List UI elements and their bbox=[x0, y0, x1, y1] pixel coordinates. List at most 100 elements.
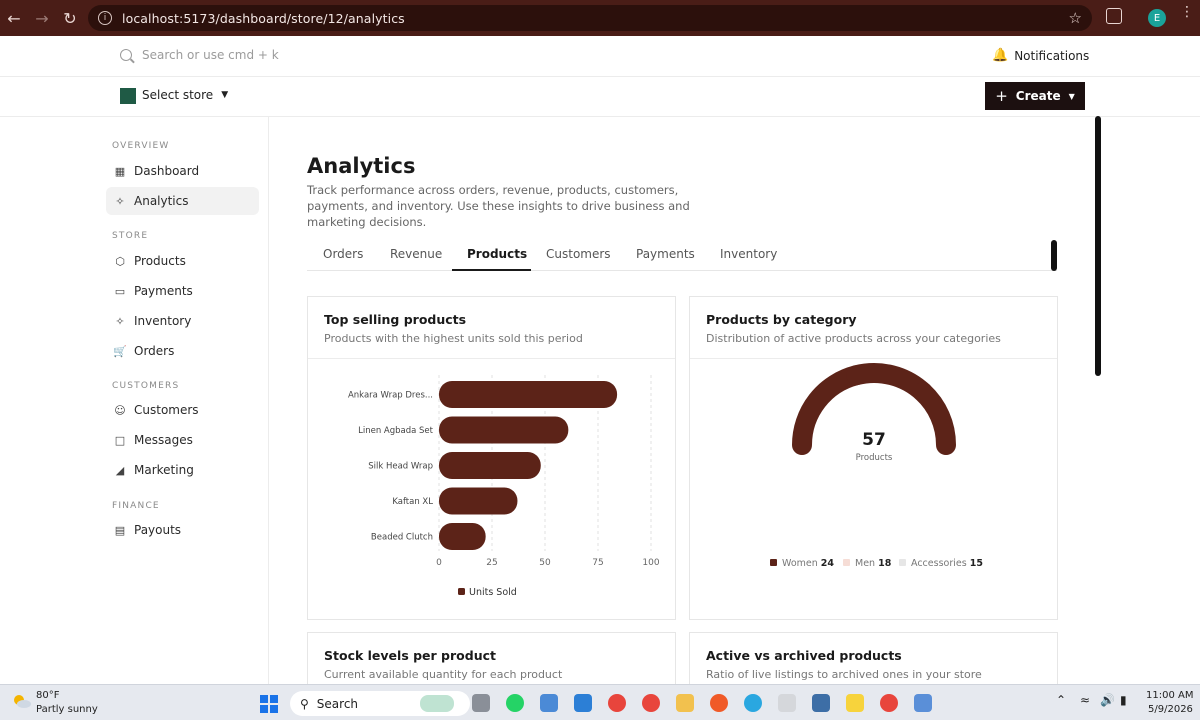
site-info-icon[interactable]: i bbox=[98, 11, 112, 25]
sidebar-section-overview: OVERVIEW bbox=[112, 141, 170, 151]
reload-icon[interactable]: ↻ bbox=[56, 4, 84, 32]
top-selling-card: Top selling products Products with the h… bbox=[307, 296, 676, 620]
sidebar-item-dashboard[interactable]: ▦ Dashboard bbox=[106, 157, 259, 185]
legend-label: Women 24 bbox=[782, 558, 834, 569]
layers-icon: ✧ bbox=[115, 314, 125, 328]
store-color-swatch bbox=[120, 88, 136, 104]
card-subtitle: Ratio of live listings to archived ones … bbox=[706, 668, 982, 681]
taskbar-search[interactable]: ⚲ Search bbox=[290, 691, 470, 716]
x-tick-label: 50 bbox=[539, 558, 551, 568]
category-label: Linen Agbada Set bbox=[358, 426, 434, 436]
clock-time[interactable]: 11:00 AM bbox=[1146, 690, 1193, 701]
tabs-scrollbar[interactable] bbox=[1051, 240, 1057, 271]
bookmark-star-icon[interactable]: ☆ bbox=[1069, 9, 1082, 27]
tab-revenue[interactable]: Revenue bbox=[390, 247, 442, 261]
grid-icon: ▦ bbox=[114, 164, 126, 178]
sidebar-item-analytics[interactable]: ✧ Analytics bbox=[106, 187, 259, 215]
card-title: Top selling products bbox=[324, 312, 467, 327]
sidebar-item-payments[interactable]: ▭ Payments bbox=[106, 277, 259, 305]
chrome-profile-icon[interactable] bbox=[642, 694, 660, 712]
store-bar: Select store ▼ + Create ▼ bbox=[0, 77, 1200, 117]
legend-label: Units Sold bbox=[469, 587, 517, 598]
notifications-button[interactable]: 🔔 Notifications bbox=[992, 48, 1089, 63]
task-view-icon[interactable] bbox=[472, 694, 490, 712]
back-icon[interactable]: ← bbox=[0, 4, 28, 32]
tab-inventory[interactable]: Inventory bbox=[720, 247, 777, 261]
card-title: Products by category bbox=[706, 312, 857, 327]
notepad-icon[interactable] bbox=[812, 694, 830, 712]
battery-icon[interactable]: ▮ bbox=[1120, 693, 1127, 707]
sidebar-section-customers: CUSTOMERS bbox=[112, 381, 180, 391]
sidebar-item-label: Dashboard bbox=[134, 164, 200, 178]
sidebar-section-store: STORE bbox=[112, 231, 149, 241]
extensions-icon[interactable] bbox=[1106, 8, 1122, 24]
category-label: Silk Head Wrap bbox=[368, 462, 433, 472]
donut-slice bbox=[912, 382, 956, 455]
legend-label: Accessories 15 bbox=[911, 558, 983, 569]
create-button[interactable]: + Create ▼ bbox=[985, 82, 1085, 110]
page-scrollbar[interactable] bbox=[1095, 116, 1101, 376]
volume-icon[interactable]: 🔊 bbox=[1100, 693, 1115, 707]
url-text[interactable]: localhost:5173/dashboard/store/12/analyt… bbox=[122, 11, 405, 26]
legend-value: 15 bbox=[970, 558, 983, 569]
search-input[interactable] bbox=[142, 48, 442, 62]
legend-swatch bbox=[458, 588, 465, 595]
clock-date[interactable]: 5/9/2026 bbox=[1148, 704, 1193, 715]
browser-menu-icon[interactable]: ⋮ bbox=[1180, 5, 1194, 19]
card-header: Top selling products Products with the h… bbox=[308, 297, 675, 359]
tab-orders[interactable]: Orders bbox=[323, 247, 363, 261]
docker-icon[interactable] bbox=[744, 694, 762, 712]
sidebar-item-orders[interactable]: 🛒 Orders bbox=[106, 337, 259, 365]
weather-condition[interactable]: Partly sunny bbox=[36, 704, 98, 715]
analytics-icon: ✧ bbox=[115, 194, 125, 208]
legend-swatch bbox=[770, 559, 777, 566]
whatsapp-icon[interactable] bbox=[506, 694, 524, 712]
category-card: Products by category Distribution of act… bbox=[689, 296, 1058, 620]
chrome-icon[interactable] bbox=[608, 694, 626, 712]
windows-start-icon[interactable] bbox=[260, 695, 278, 713]
wifi-icon[interactable]: ≈ bbox=[1080, 693, 1090, 707]
file-explorer-icon[interactable] bbox=[676, 694, 694, 712]
sidebar-item-marketing[interactable]: ◢ Marketing bbox=[106, 456, 259, 484]
bar bbox=[439, 523, 486, 550]
bar bbox=[439, 416, 569, 444]
profile-avatar[interactable]: E bbox=[1148, 9, 1166, 27]
x-tick-label: 100 bbox=[642, 558, 659, 568]
donut-center-value: 57 bbox=[862, 430, 886, 450]
create-label: Create bbox=[1015, 89, 1061, 103]
bar bbox=[439, 381, 618, 408]
sticky-notes-icon[interactable] bbox=[846, 694, 864, 712]
sidebar-item-customers[interactable]: ☺ Customers bbox=[106, 396, 259, 424]
chevron-up-icon[interactable]: ⌃ bbox=[1056, 693, 1066, 707]
megaphone-icon: ◢ bbox=[115, 463, 125, 477]
store-icon[interactable] bbox=[540, 694, 558, 712]
sidebar-item-inventory[interactable]: ✧ Inventory bbox=[106, 307, 259, 335]
sidebar-item-products[interactable]: ⬡ Products bbox=[106, 247, 259, 275]
address-bar[interactable]: i localhost:5173/dashboard/store/12/anal… bbox=[88, 5, 1092, 31]
store-select[interactable]: Select store ▼ bbox=[142, 88, 228, 102]
plus-icon: + bbox=[995, 87, 1008, 105]
sidebar-item-payouts[interactable]: ▤ Payouts bbox=[106, 516, 259, 544]
sidebar-item-messages[interactable]: □ Messages bbox=[106, 426, 259, 454]
stock-levels-card: Stock levels per product Current availab… bbox=[307, 632, 676, 692]
users-icon: ☺ bbox=[114, 403, 126, 417]
terminal-icon[interactable] bbox=[914, 694, 932, 712]
postman-icon[interactable] bbox=[710, 694, 728, 712]
tab-customers[interactable]: Customers bbox=[546, 247, 611, 261]
top-selling-bar-chart: 0 25 50 75 100 Ankara Wrap Dres... Linen Agbad… bbox=[348, 375, 660, 598]
category-label: Beaded Clutch bbox=[371, 533, 433, 543]
donut-center-label: Products bbox=[856, 453, 893, 463]
sidebar-item-label: Orders bbox=[134, 344, 175, 358]
card-icon: ▭ bbox=[114, 284, 126, 298]
vscode-icon[interactable] bbox=[574, 694, 592, 712]
tab-payments[interactable]: Payments bbox=[636, 247, 695, 261]
chrome-active-icon[interactable] bbox=[880, 694, 898, 712]
forward-icon[interactable]: → bbox=[28, 4, 56, 32]
legend-label: Men 18 bbox=[855, 558, 892, 569]
legend-value: 24 bbox=[821, 558, 835, 569]
chevron-down-icon: ▼ bbox=[1068, 91, 1075, 101]
legend-swatch bbox=[843, 559, 850, 566]
weather-temperature[interactable]: 80°F bbox=[36, 690, 59, 701]
app-icon[interactable] bbox=[778, 694, 796, 712]
tab-products[interactable]: Products bbox=[467, 247, 527, 261]
